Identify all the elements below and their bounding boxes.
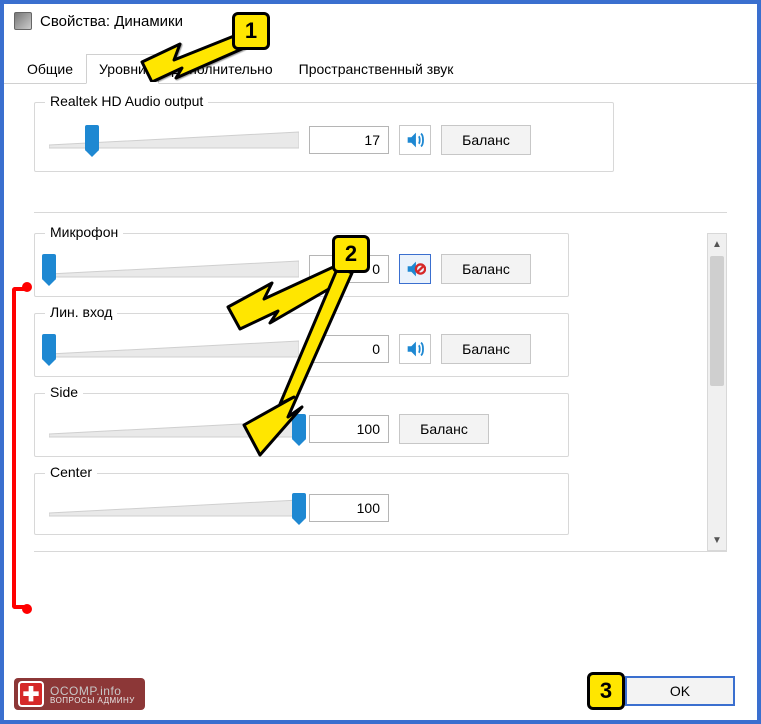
channel-section: SideБаланс bbox=[34, 393, 569, 457]
channels-panel: МикрофонБалансЛин. входБалансSideБалансC… bbox=[34, 212, 727, 552]
group-output-label: Realtek HD Audio output bbox=[45, 93, 208, 109]
channels-scrollbar[interactable]: ▲ ▼ bbox=[707, 233, 727, 551]
channel-volume-slider[interactable] bbox=[49, 496, 299, 520]
watermark-tagline: ВОПРОСЫ АДМИНУ bbox=[50, 697, 135, 705]
annotation-3: 3 bbox=[587, 672, 625, 710]
channel-volume-value[interactable] bbox=[309, 415, 389, 443]
annotation-badge-3: 3 bbox=[587, 672, 625, 710]
channel-label: Микрофон bbox=[45, 224, 123, 240]
channel-label: Side bbox=[45, 384, 83, 400]
output-volume-value[interactable] bbox=[309, 126, 389, 154]
tab-strip: Общие Уровни Дополнительно Пространствен… bbox=[4, 54, 757, 84]
annotation-bracket bbox=[12, 287, 26, 609]
channel-balance-button[interactable]: Баланс bbox=[399, 414, 489, 444]
channel-volume-value[interactable] bbox=[309, 335, 389, 363]
output-balance-button[interactable]: Баланс bbox=[441, 125, 531, 155]
channel-mute-button[interactable] bbox=[399, 334, 431, 364]
watermark-icon: ✚ bbox=[18, 681, 44, 707]
tab-spatial[interactable]: Пространственный звук bbox=[286, 54, 467, 83]
scrollbar-down-arrow[interactable]: ▼ bbox=[708, 530, 726, 550]
annotation-bracket-dot-bottom bbox=[22, 604, 32, 614]
tab-levels[interactable]: Уровни bbox=[86, 54, 159, 84]
channel-balance-button[interactable]: Баланс bbox=[441, 254, 531, 284]
channel-section: МикрофонБаланс bbox=[34, 233, 569, 297]
scrollbar-thumb[interactable] bbox=[710, 256, 724, 386]
channel-volume-value[interactable] bbox=[309, 255, 389, 283]
output-mute-button[interactable] bbox=[399, 125, 431, 155]
channel-mute-button-muted[interactable] bbox=[399, 254, 431, 284]
channel-volume-value[interactable] bbox=[309, 494, 389, 522]
channel-volume-slider[interactable] bbox=[49, 417, 299, 441]
tab-advanced[interactable]: Дополнительно bbox=[159, 54, 286, 83]
channel-balance-button[interactable]: Баланс bbox=[441, 334, 531, 364]
output-volume-slider[interactable] bbox=[49, 128, 299, 152]
group-output: Realtek HD Audio output Баланс bbox=[34, 102, 614, 172]
channel-section: Center bbox=[34, 473, 569, 535]
channel-label: Center bbox=[45, 464, 97, 480]
channel-volume-slider[interactable] bbox=[49, 337, 299, 361]
channel-volume-slider[interactable] bbox=[49, 257, 299, 281]
tab-general[interactable]: Общие bbox=[14, 54, 86, 83]
app-icon bbox=[14, 12, 32, 30]
annotation-bracket-dot-top bbox=[22, 282, 32, 292]
window-title: Свойства: Динамики bbox=[40, 13, 183, 30]
channel-section: Лин. входБаланс bbox=[34, 313, 569, 377]
channel-label: Лин. вход bbox=[45, 304, 117, 320]
watermark: ✚ OCOMP.info ВОПРОСЫ АДМИНУ bbox=[14, 678, 145, 710]
scrollbar-up-arrow[interactable]: ▲ bbox=[708, 234, 726, 254]
ok-button[interactable]: OK bbox=[625, 676, 735, 706]
